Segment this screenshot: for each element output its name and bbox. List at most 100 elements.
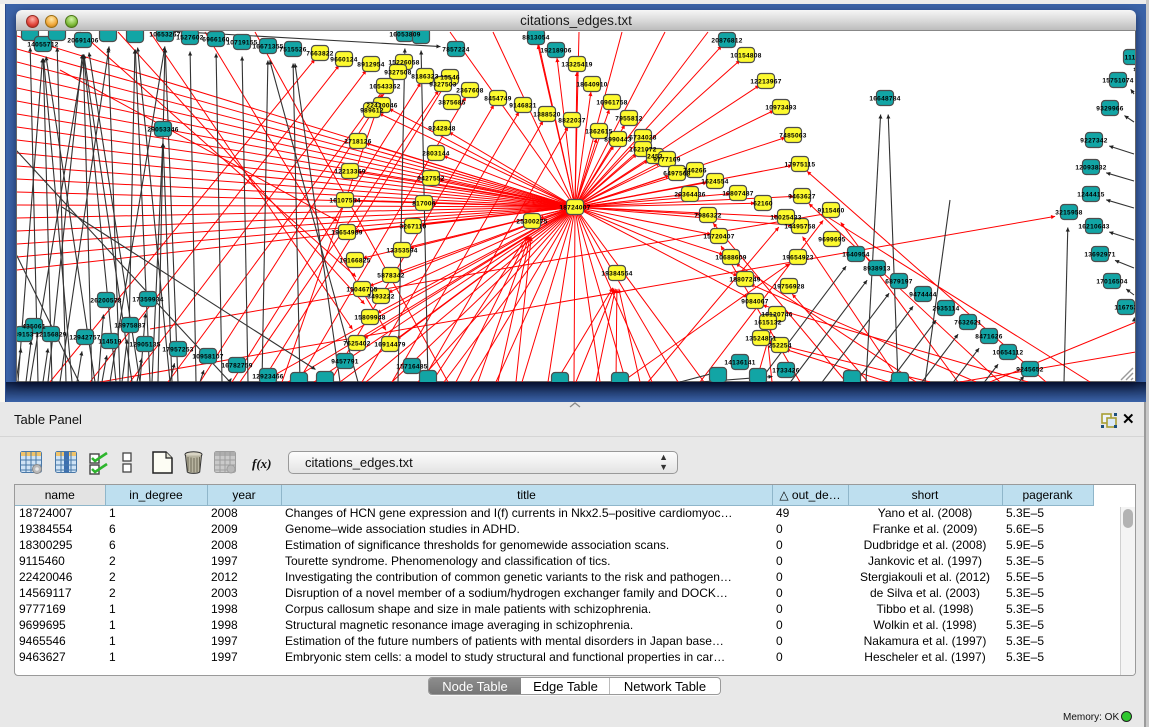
svg-text:13325419: 13325419 xyxy=(561,62,592,69)
svg-text:10688609: 10688609 xyxy=(715,255,746,262)
svg-text:8186323: 8186323 xyxy=(411,74,438,81)
svg-text:12156829: 12156829 xyxy=(35,332,66,339)
svg-text:16961758: 16961758 xyxy=(596,100,627,107)
svg-text:10807487: 10807487 xyxy=(722,191,753,198)
svg-text:14136141: 14136141 xyxy=(724,360,755,367)
svg-text:12905135: 12905135 xyxy=(129,342,160,349)
svg-text:16914479: 16914479 xyxy=(374,342,405,349)
svg-text:7857224: 7857224 xyxy=(442,47,469,54)
svg-text:15546: 15546 xyxy=(440,75,460,82)
svg-text:1733426: 1733426 xyxy=(772,368,799,375)
svg-text:20364436: 20364436 xyxy=(674,192,705,199)
svg-text:18640910: 18640910 xyxy=(576,82,607,89)
svg-text:2935114: 2935114 xyxy=(932,306,959,313)
svg-text:9146821: 9146821 xyxy=(509,103,536,110)
svg-text:19166825: 19166825 xyxy=(339,258,370,265)
svg-text:1527602: 1527602 xyxy=(176,35,203,42)
svg-text:9699695: 9699695 xyxy=(818,237,845,244)
svg-text:7625402: 7625402 xyxy=(343,341,370,348)
svg-text:17016504: 17016504 xyxy=(1096,279,1127,286)
svg-text:1244415: 1244415 xyxy=(1077,192,1104,199)
svg-text:39153: 39153 xyxy=(17,332,34,339)
svg-text:6734028: 6734028 xyxy=(629,135,656,142)
svg-text:3875685: 3875685 xyxy=(438,100,465,107)
svg-text:16210643: 16210643 xyxy=(1078,224,1109,231)
svg-text:9327503: 9327503 xyxy=(429,82,456,89)
svg-text:8454749: 8454749 xyxy=(484,96,511,103)
svg-text:12213967: 12213967 xyxy=(750,79,781,86)
svg-text:9660124: 9660124 xyxy=(330,57,357,64)
svg-text:252254: 252254 xyxy=(768,343,792,350)
svg-text:114519: 114519 xyxy=(98,339,121,346)
svg-text:2718126: 2718126 xyxy=(344,139,371,146)
svg-text:7955812: 7955812 xyxy=(615,116,642,123)
svg-text:13353594: 13353594 xyxy=(386,248,417,255)
svg-text:25300275: 25300275 xyxy=(516,219,547,226)
svg-text:17957253: 17957253 xyxy=(162,347,193,354)
svg-text:62160: 62160 xyxy=(753,201,773,208)
svg-text:3215958: 3215958 xyxy=(1055,210,1082,217)
svg-text:19654989: 19654989 xyxy=(331,230,362,237)
svg-text:9084067: 9084067 xyxy=(741,299,768,306)
svg-text:9474444: 9474444 xyxy=(909,292,936,299)
svg-text:20876812: 20876812 xyxy=(711,38,742,45)
svg-text:10973493: 10973493 xyxy=(765,105,796,112)
svg-text:13692971: 13692971 xyxy=(1084,252,1115,259)
svg-text:16782759: 16782759 xyxy=(221,363,252,370)
svg-text:8813054: 8813054 xyxy=(522,35,549,42)
svg-text:13975887: 13975887 xyxy=(114,323,145,330)
svg-text:9463627: 9463627 xyxy=(788,194,815,201)
svg-text:3267110: 3267110 xyxy=(399,224,426,231)
svg-text:7485063: 7485063 xyxy=(779,133,806,140)
svg-text:18724007: 18724007 xyxy=(559,205,590,212)
svg-text:8938913: 8938913 xyxy=(863,266,890,273)
svg-text:5878342: 5878342 xyxy=(377,273,404,280)
svg-text:116753: 116753 xyxy=(1114,305,1135,312)
svg-text:1615132: 1615132 xyxy=(754,320,781,327)
svg-text:8990443: 8990443 xyxy=(604,137,631,144)
svg-text:16648784: 16648784 xyxy=(869,96,900,103)
svg-text:9427552: 9427552 xyxy=(417,176,444,183)
svg-text:15716485: 15716485 xyxy=(396,364,427,371)
svg-text:20691406: 20691406 xyxy=(67,38,98,45)
svg-text:1621072: 1621072 xyxy=(629,147,656,154)
svg-text:8822037: 8822037 xyxy=(558,118,585,125)
svg-text:6879197: 6879197 xyxy=(885,279,912,286)
svg-text:10654112: 10654112 xyxy=(993,350,1024,357)
svg-text:29053346: 29053346 xyxy=(147,127,178,134)
svg-text:14495758: 14495758 xyxy=(784,224,815,231)
svg-text:9329966: 9329966 xyxy=(1096,106,1123,113)
svg-text:12942757: 12942757 xyxy=(69,335,100,342)
svg-text:435061: 435061 xyxy=(22,324,46,331)
svg-text:15720407: 15720407 xyxy=(703,234,734,241)
svg-text:989612: 989612 xyxy=(360,108,384,115)
svg-text:7986322: 7986322 xyxy=(694,213,721,220)
svg-text:8912954: 8912954 xyxy=(357,62,384,69)
svg-text:16120746: 16120746 xyxy=(761,312,792,319)
svg-text:10958107: 10958107 xyxy=(192,354,223,361)
svg-text:17975115: 17975115 xyxy=(785,162,816,169)
svg-text:10025433: 10025433 xyxy=(770,215,801,222)
svg-text:1388520: 1388520 xyxy=(533,112,560,119)
svg-text:9115460: 9115460 xyxy=(817,208,844,215)
svg-text:19756928: 19756928 xyxy=(773,284,804,291)
svg-text:9327508: 9327508 xyxy=(384,70,411,77)
svg-text:9777169: 9777169 xyxy=(653,157,680,164)
svg-text:12093832: 12093832 xyxy=(1075,165,1106,172)
svg-text:19218906: 19218906 xyxy=(540,48,571,55)
svg-text:7515526: 7515526 xyxy=(279,47,306,54)
svg-text:15751074: 15751074 xyxy=(1102,78,1133,85)
svg-text:1640954: 1640954 xyxy=(842,252,869,259)
svg-text:12923466: 12923466 xyxy=(252,374,283,381)
svg-text:26200578: 26200578 xyxy=(90,298,121,305)
svg-text:1112: 1112 xyxy=(1125,55,1135,62)
svg-text:f(x): f(x) xyxy=(252,456,272,471)
svg-text:16107554: 16107554 xyxy=(329,198,360,205)
svg-text:9245652: 9245652 xyxy=(1016,367,1043,374)
svg-text:817006: 817006 xyxy=(412,201,436,208)
svg-text:18807249: 18807249 xyxy=(729,277,760,284)
svg-text:10154808: 10154808 xyxy=(730,53,761,60)
svg-text:19654923: 19654923 xyxy=(782,255,813,262)
svg-text:2367608: 2367608 xyxy=(456,88,483,95)
svg-text:16543362: 16543362 xyxy=(369,84,400,91)
